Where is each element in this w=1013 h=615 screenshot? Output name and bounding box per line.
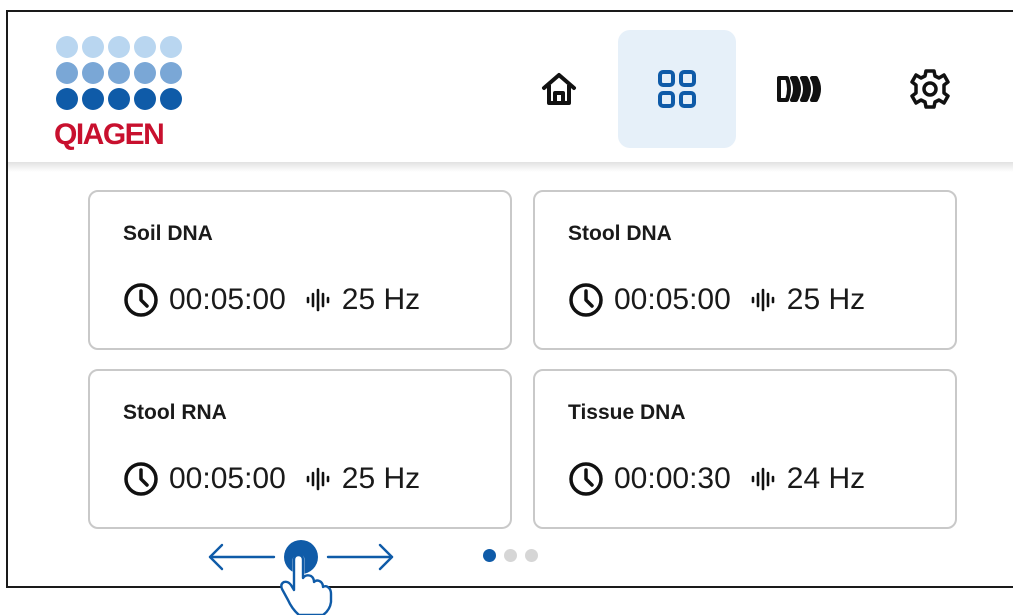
vibration-icon [306, 288, 330, 312]
program-duration: 00:05:00 [614, 283, 731, 316]
program-frequency: 25 Hz [341, 283, 421, 316]
program-details: 00:05:00 25 Hz [123, 461, 420, 497]
program-details: 00:00:30 24 Hz [568, 461, 865, 497]
program-duration: 00:05:00 [169, 462, 286, 495]
page-dot-2[interactable] [504, 549, 517, 562]
device-screen: QIAGEN Soil DNA 00:05:00 25 Hz Stool DNA… [6, 10, 1013, 588]
home-icon [542, 73, 576, 105]
tube-rack-icon [777, 76, 821, 102]
clock-icon [569, 462, 603, 496]
vibration-icon [751, 288, 775, 312]
page-dot-1[interactable] [483, 549, 496, 562]
page-dot-3[interactable] [525, 549, 538, 562]
program-title: Stool DNA [568, 222, 672, 245]
program-title: Tissue DNA [568, 401, 686, 424]
nav-tubes-button[interactable] [741, 30, 859, 148]
header-divider [8, 162, 1013, 172]
clock-icon [569, 283, 603, 317]
vibration-icon [306, 467, 330, 491]
program-card-soil-dna[interactable]: Soil DNA 00:05:00 25 Hz [88, 190, 512, 350]
program-duration: 00:00:30 [614, 462, 731, 495]
clock-icon [124, 283, 158, 317]
clock-icon [124, 462, 158, 496]
logo-dots [56, 36, 182, 110]
nav-programs-button[interactable] [618, 30, 736, 148]
qiagen-logo: QIAGEN [54, 36, 189, 151]
gear-icon [910, 69, 950, 109]
hand-swipe-icon [208, 540, 394, 615]
program-frequency: 25 Hz [786, 283, 866, 316]
program-card-stool-rna[interactable]: Stool RNA 00:05:00 25 Hz [88, 369, 512, 529]
program-duration: 00:05:00 [169, 283, 286, 316]
grid-icon [658, 70, 696, 108]
vibration-icon [751, 467, 775, 491]
program-card-stool-dna[interactable]: Stool DNA 00:05:00 25 Hz [533, 190, 957, 350]
program-title: Soil DNA [123, 222, 213, 245]
program-frequency: 24 Hz [786, 462, 866, 495]
program-frequency: 25 Hz [341, 462, 421, 495]
program-title: Stool RNA [123, 401, 227, 424]
top-bar: QIAGEN [8, 12, 1013, 164]
program-card-tissue-dna[interactable]: Tissue DNA 00:00:30 24 Hz [533, 369, 957, 529]
program-details: 00:05:00 25 Hz [123, 282, 420, 318]
nav-home-button[interactable] [500, 30, 618, 148]
logo-wordmark: QIAGEN [54, 118, 165, 151]
nav-settings-button[interactable] [871, 30, 989, 148]
page-indicator [483, 549, 538, 562]
program-details: 00:05:00 25 Hz [568, 282, 865, 318]
